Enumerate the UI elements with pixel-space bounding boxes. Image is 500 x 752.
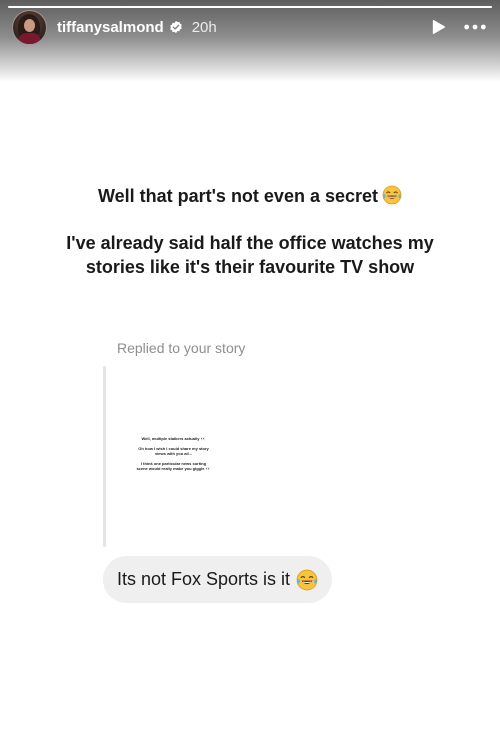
more-options-button[interactable] — [462, 17, 488, 37]
story-progress-bar — [8, 6, 492, 8]
username[interactable]: tiffanysalmond — [57, 19, 164, 36]
story-header: tiffanysalmond 20h — [12, 9, 488, 45]
story-view: tiffanysalmond 20h Well that part's not … — [0, 0, 500, 752]
caption-text-2a: I've already said half the office watche… — [66, 233, 434, 253]
laughing-tears-emoji-icon — [382, 185, 402, 205]
replied-to-story-label: Replied to your story — [117, 340, 246, 356]
thumbnail-text-line: scene would really make you giggle 👀 — [136, 466, 211, 471]
replied-story-thumbnail[interactable]: Well, multiple stalkers actually 👀 Oh ho… — [110, 366, 237, 547]
message-bubble[interactable]: Its not Fox Sports is it — [103, 556, 333, 603]
story-progress-fill — [8, 6, 492, 8]
more-options-icon — [464, 24, 486, 30]
reply-quote-bar — [103, 366, 106, 547]
message-text: Its not Fox Sports is it — [117, 569, 291, 589]
post-time: 20h — [191, 18, 217, 36]
caption-line-1: Well that part's not even a secret — [0, 184, 500, 208]
play-button[interactable] — [428, 17, 448, 37]
avatar[interactable] — [12, 9, 47, 45]
thumbnail-text-line: Well, multiple stalkers actually 👀 — [141, 436, 206, 441]
thumbnail-text-line: views with you all... — [154, 451, 193, 456]
laughing-tears-emoji-icon — [296, 569, 318, 591]
play-icon — [432, 20, 445, 34]
caption-line-2: I've already said half the office watche… — [0, 231, 500, 279]
caption-text-2b: stories like it's their favourite TV sho… — [85, 257, 415, 277]
caption-text-1: Well that part's not even a secret — [97, 186, 379, 206]
verified-badge-icon — [169, 20, 183, 34]
